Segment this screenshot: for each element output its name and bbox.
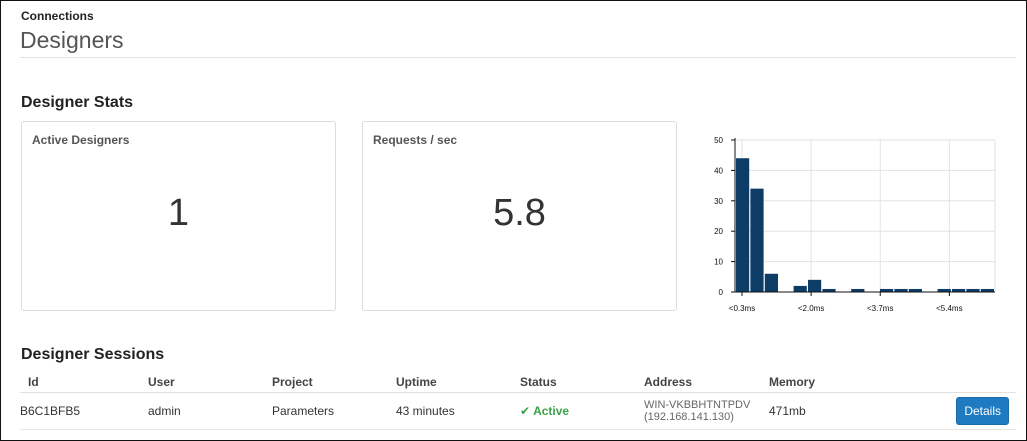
histogram-bar (764, 273, 778, 292)
y-tick-label: 30 (714, 197, 723, 206)
breadcrumb[interactable]: Connections (21, 9, 94, 23)
histogram-y-tick-labels: 50 40 30 20 10 0 (714, 136, 723, 297)
designer-sessions-title: Designer Sessions (21, 346, 165, 363)
y-tick-label: 0 (719, 288, 724, 297)
sessions-table: Id User Project Uptime Status Address Me… (20, 372, 1016, 430)
x-tick-label: <3.7ms (867, 304, 893, 313)
requests-per-sec-label: Requests / sec (373, 133, 458, 147)
y-tick-label: 20 (714, 227, 723, 236)
session-user: admin (148, 392, 272, 430)
histogram-axes (731, 138, 995, 296)
response-time-histogram: 50 40 30 20 10 0 <0.3ms <2.0ms <3.7ms <5.4ms (714, 136, 996, 313)
checkmark-icon: ✔ (520, 403, 531, 418)
title-divider (20, 57, 1016, 58)
histogram-bars (736, 158, 994, 292)
session-memory: 471mb (769, 392, 889, 430)
table-row: B6C1BFB5 admin Parameters 43 minutes ✔ Ac… (20, 392, 1016, 430)
x-tick-label: <2.0ms (798, 304, 824, 313)
column-header-actions (889, 372, 1016, 393)
active-designers-label: Active Designers (32, 133, 130, 147)
session-project: Parameters (272, 392, 396, 430)
column-header-address[interactable]: Address (644, 372, 769, 393)
column-header-id[interactable]: Id (20, 372, 148, 393)
address-host: WIN-VKBBHTNTPDV (644, 398, 751, 411)
histogram-bar (793, 285, 807, 292)
column-header-user[interactable]: User (148, 372, 272, 393)
x-tick-label: <5.4ms (936, 304, 962, 313)
y-tick-label: 10 (714, 258, 723, 267)
column-header-memory[interactable]: Memory (769, 372, 889, 393)
y-tick-label: 50 (714, 136, 723, 145)
session-status: ✔ Active (520, 392, 644, 430)
requests-per-sec-value: 5.8 (493, 192, 546, 234)
x-tick-label: <0.3ms (729, 304, 755, 313)
requests-per-sec-card: Requests / sec 5.8 (362, 121, 677, 311)
session-actions: Details (889, 392, 1016, 430)
column-header-status[interactable]: Status (520, 372, 644, 393)
table-header-row: Id User Project Uptime Status Address Me… (20, 372, 1016, 393)
histogram-bar (736, 158, 750, 292)
page-title: Designers (20, 27, 124, 53)
y-tick-label: 40 (714, 166, 723, 175)
designer-stats-title: Designer Stats (21, 94, 134, 111)
histogram-bar (808, 279, 822, 292)
details-button[interactable]: Details (956, 396, 1009, 425)
status-badge: Active (533, 403, 570, 418)
histogram-x-tick-labels: <0.3ms <2.0ms <3.7ms <5.4ms (729, 304, 963, 313)
active-designers-value: 1 (167, 192, 190, 234)
column-header-project[interactable]: Project (272, 372, 396, 393)
histogram-bar (750, 188, 764, 292)
active-designers-card: Active Designers 1 (21, 121, 336, 311)
address-ip: (192.168.141.130) (644, 410, 734, 423)
session-uptime: 43 minutes (396, 392, 520, 430)
session-id: B6C1BFB5 (20, 392, 148, 430)
histogram-grid (735, 139, 996, 293)
session-address: WIN-VKBBHTNTPDV (192.168.141.130) (644, 392, 769, 430)
column-header-uptime[interactable]: Uptime (396, 372, 520, 393)
